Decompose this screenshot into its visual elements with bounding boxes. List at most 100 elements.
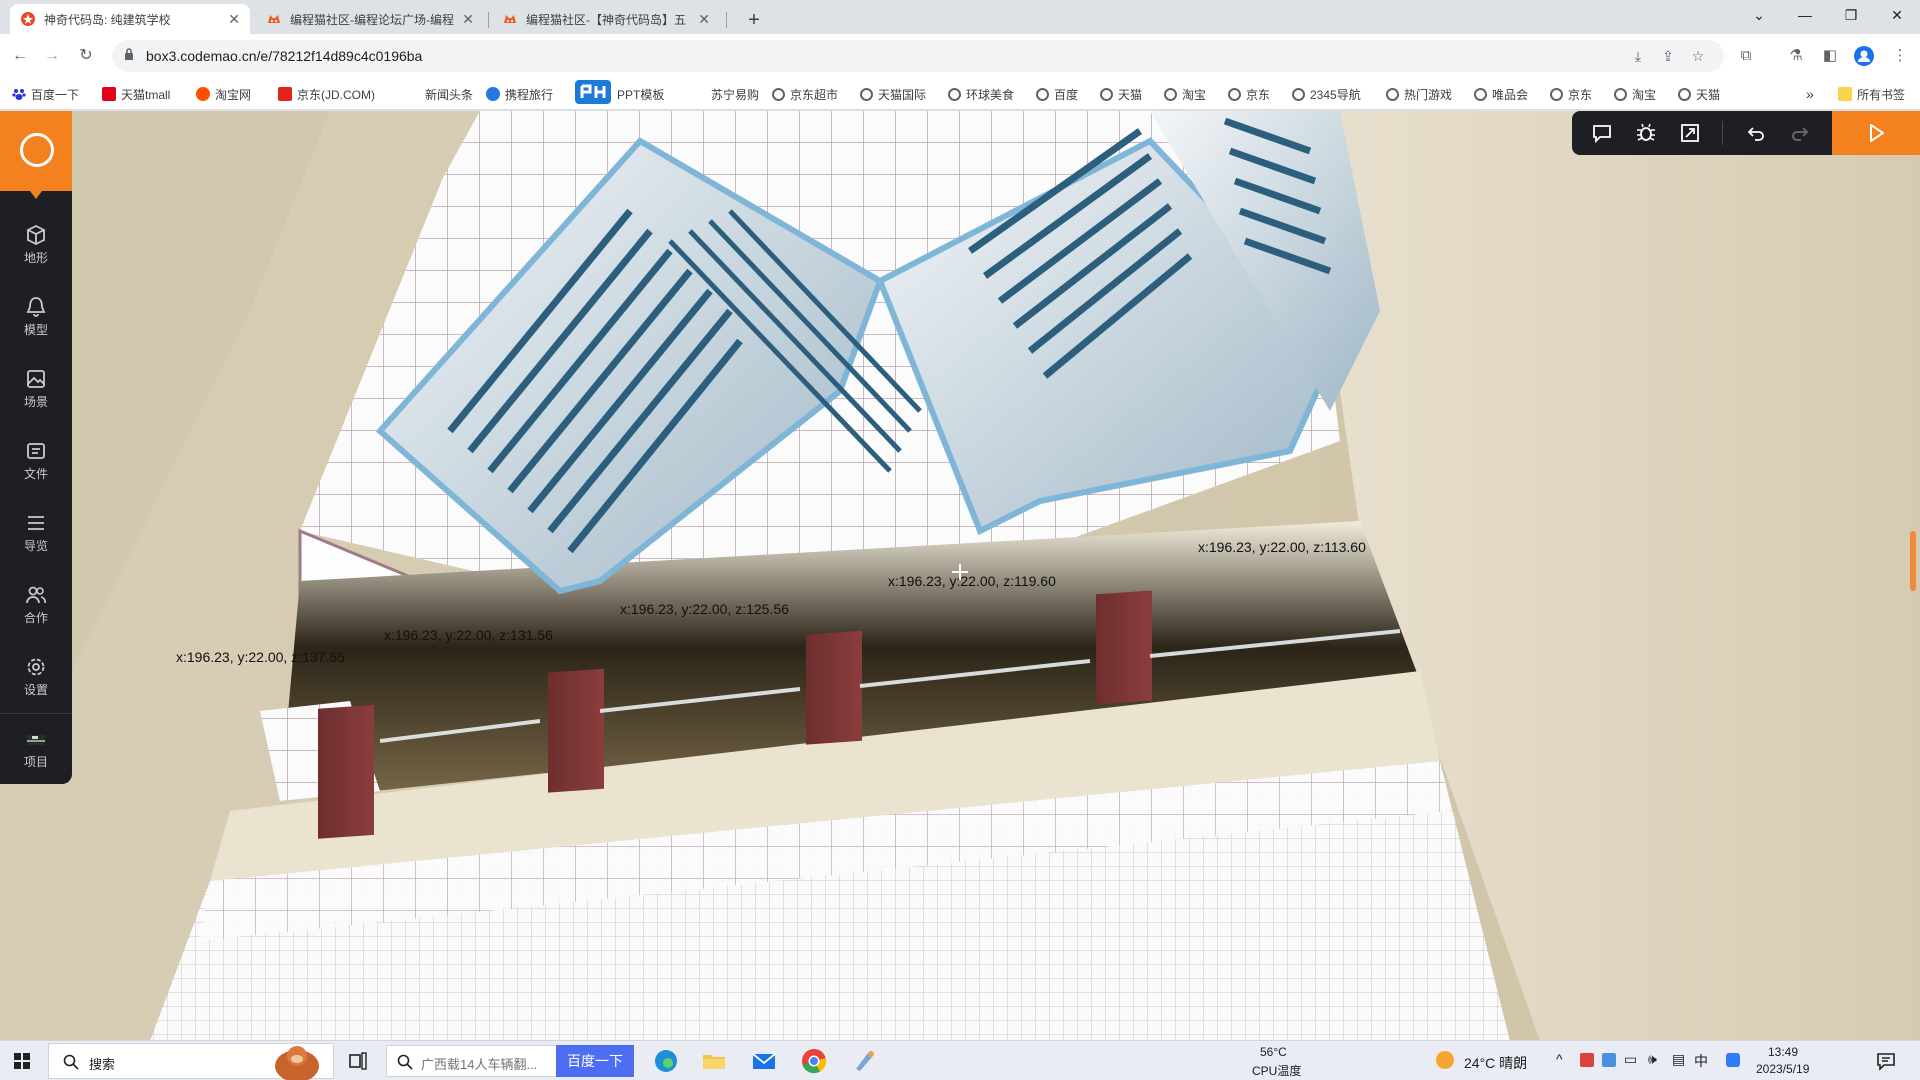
extensions-icon[interactable]: ⧉ — [1734, 44, 1758, 68]
sidebar-item-files[interactable]: 文件 — [0, 433, 72, 493]
bookmark-item[interactable]: 天猫 — [1678, 84, 1720, 104]
baidu-search-query: 广西载14人车辆翻... — [421, 1057, 538, 1072]
minimize-button[interactable]: — — [1782, 0, 1828, 30]
ime-chinese-icon[interactable]: 中 — [1694, 1051, 1708, 1071]
weather-text[interactable]: 24°C 晴朗 — [1464, 1053, 1527, 1073]
sidebar-item-project[interactable]: 项目 — [0, 721, 72, 781]
clipboard-tray-icon[interactable]: ▤ — [1672, 1051, 1685, 1068]
clock-date[interactable]: 2023/5/19 — [1756, 1062, 1809, 1076]
network-icon[interactable]: ▭ — [1624, 1051, 1637, 1068]
bookmark-item[interactable]: 天猫 — [1100, 84, 1142, 104]
file-explorer-icon[interactable] — [700, 1047, 728, 1075]
app-tray-icon[interactable] — [1602, 1053, 1616, 1067]
run-button[interactable] — [1832, 111, 1920, 155]
close-icon[interactable]: ✕ — [698, 11, 710, 28]
sidebar-item-terrain[interactable]: 地形 — [0, 217, 72, 277]
bookmark-item[interactable]: 环球美食 — [948, 84, 1014, 104]
notification-center-icon[interactable] — [1876, 1051, 1896, 1071]
sidebar-item-collaborate[interactable]: 合作 — [0, 577, 72, 637]
bookmarks-bar: 百度一下 天猫tmall 淘宝网 京东(JD.COM) 新闻头条 携程旅行 PP… — [0, 78, 1920, 110]
install-app-icon[interactable]: ⤓ — [1628, 46, 1648, 66]
bookmark-item[interactable]: 京东(JD.COM) — [278, 84, 375, 104]
input-method-icon[interactable] — [1726, 1053, 1740, 1067]
security-tray-icon[interactable] — [1580, 1053, 1594, 1067]
globe-icon — [860, 87, 873, 101]
codemao-star-icon — [21, 12, 35, 26]
bookmark-star-icon[interactable]: ☆ — [1688, 46, 1708, 66]
chat-icon[interactable] — [1590, 121, 1614, 145]
bookmark-item[interactable]: 新闻头条 — [420, 84, 473, 104]
toolbar-divider — [1722, 121, 1723, 145]
windows-start-icon[interactable] — [14, 1053, 30, 1069]
new-tab-button[interactable]: + — [740, 6, 768, 34]
back-button[interactable]: ← — [6, 42, 34, 70]
sidebar-item-settings[interactable]: 设置 — [0, 649, 72, 709]
tray-overflow-chevron-icon[interactable]: ^ — [1556, 1051, 1563, 1067]
bookmark-item[interactable]: 淘宝网 — [196, 84, 251, 104]
undo-icon[interactable] — [1744, 121, 1768, 145]
redo-icon[interactable] — [1788, 121, 1812, 145]
globe-icon — [1100, 87, 1113, 101]
bookmark-item[interactable]: 淘宝 — [1164, 84, 1206, 104]
sidebar-item-scene[interactable]: 场景 — [0, 361, 72, 421]
sidebar-item-model[interactable]: 模型 — [0, 289, 72, 349]
logo-dropdown-icon[interactable] — [30, 191, 42, 199]
globe-icon — [772, 87, 785, 101]
globe-icon — [1386, 87, 1399, 101]
folder-icon — [1838, 87, 1852, 101]
bug-icon[interactable] — [1634, 121, 1658, 145]
clock-time[interactable]: 13:49 — [1768, 1045, 1798, 1059]
bookmark-item[interactable]: 淘宝 — [1614, 84, 1656, 104]
logo-icon — [20, 133, 54, 167]
labs-icon[interactable]: ⚗ — [1784, 44, 1808, 68]
forward-button[interactable]: → — [38, 42, 66, 70]
resize-icon[interactable] — [1678, 121, 1702, 145]
bookmark-item[interactable]: 唯品会 — [1474, 84, 1528, 104]
bookmark-item[interactable]: 百度 — [1036, 84, 1078, 104]
tab-search-icon[interactable]: ⌄ — [1736, 0, 1782, 30]
bookmark-item[interactable]: 苏宁易购 — [706, 84, 759, 104]
share-icon[interactable]: ⇪ — [1658, 46, 1678, 66]
side-panel-icon[interactable]: ◧ — [1818, 44, 1842, 68]
restore-button[interactable]: ❐ — [1828, 0, 1874, 30]
tab-divider — [488, 12, 489, 28]
close-icon[interactable]: ✕ — [228, 11, 240, 28]
bookmark-item[interactable]: 天猫tmall — [102, 84, 170, 104]
codemao-logo[interactable] — [0, 111, 72, 191]
bookmark-item[interactable]: 百度一下 — [12, 84, 79, 104]
baidu-search-button[interactable]: 百度一下 — [556, 1045, 634, 1077]
profile-avatar-icon[interactable] — [1852, 44, 1876, 68]
bookmark-item[interactable]: 热门游戏 — [1386, 84, 1452, 104]
baidu-icon — [12, 89, 26, 100]
close-window-button[interactable]: ✕ — [1874, 0, 1920, 30]
chrome-icon[interactable] — [800, 1047, 828, 1075]
taskbar-search[interactable]: 搜索 — [48, 1043, 334, 1080]
codemao-cat-icon — [504, 15, 516, 23]
bookmark-item[interactable]: 京东 — [1228, 84, 1270, 104]
close-icon[interactable]: ✕ — [462, 11, 474, 28]
paint-app-icon[interactable] — [850, 1047, 878, 1075]
bookmark-item[interactable]: 天猫国际 — [860, 84, 926, 104]
bookmark-item[interactable]: 京东 — [1550, 84, 1592, 104]
tab-codemao-forum[interactable]: 编程猫社区-编程论坛广场-编程 ✕ — [256, 4, 484, 34]
all-bookmarks-folder[interactable]: 所有书签 — [1838, 84, 1905, 104]
tab-codemao-island[interactable]: 神奇代码岛: 纯建筑学校 ✕ — [10, 4, 250, 34]
bookmarks-overflow-button[interactable]: » — [1806, 84, 1814, 104]
bookmark-item[interactable]: 京东超市 — [772, 84, 838, 104]
baidu-search-widget[interactable]: 广西载14人车辆翻... 百度一下 — [386, 1045, 634, 1077]
menu-kebab-icon[interactable]: ⋮ — [1888, 44, 1912, 68]
tab-divider — [726, 12, 727, 28]
reload-button[interactable]: ↻ — [72, 42, 100, 70]
volume-icon[interactable]: 🕪 — [1648, 1051, 1657, 1068]
address-bar[interactable]: box3.codemao.cn/e/78212f14d89c4c0196ba ⤓… — [112, 40, 1724, 72]
task-view-icon[interactable] — [344, 1047, 372, 1075]
tab-codemao-post[interactable]: 编程猫社区-【神奇代码岛】五 ✕ — [492, 4, 720, 34]
game-viewport-3d[interactable]: x:196.23, y:22.00, z:137.55 x:196.23, y:… — [0, 111, 1920, 1041]
edge-browser-icon[interactable] — [652, 1047, 680, 1075]
cpu-temperature: 56°C — [1260, 1045, 1287, 1059]
bookmark-item[interactable]: 携程旅行 — [486, 84, 553, 104]
bookmark-item[interactable]: PPT模板 — [574, 80, 664, 104]
sidebar-item-guide[interactable]: 导览 — [0, 505, 72, 565]
mail-icon[interactable] — [750, 1047, 778, 1075]
bookmark-item[interactable]: 2345导航 — [1292, 84, 1361, 104]
